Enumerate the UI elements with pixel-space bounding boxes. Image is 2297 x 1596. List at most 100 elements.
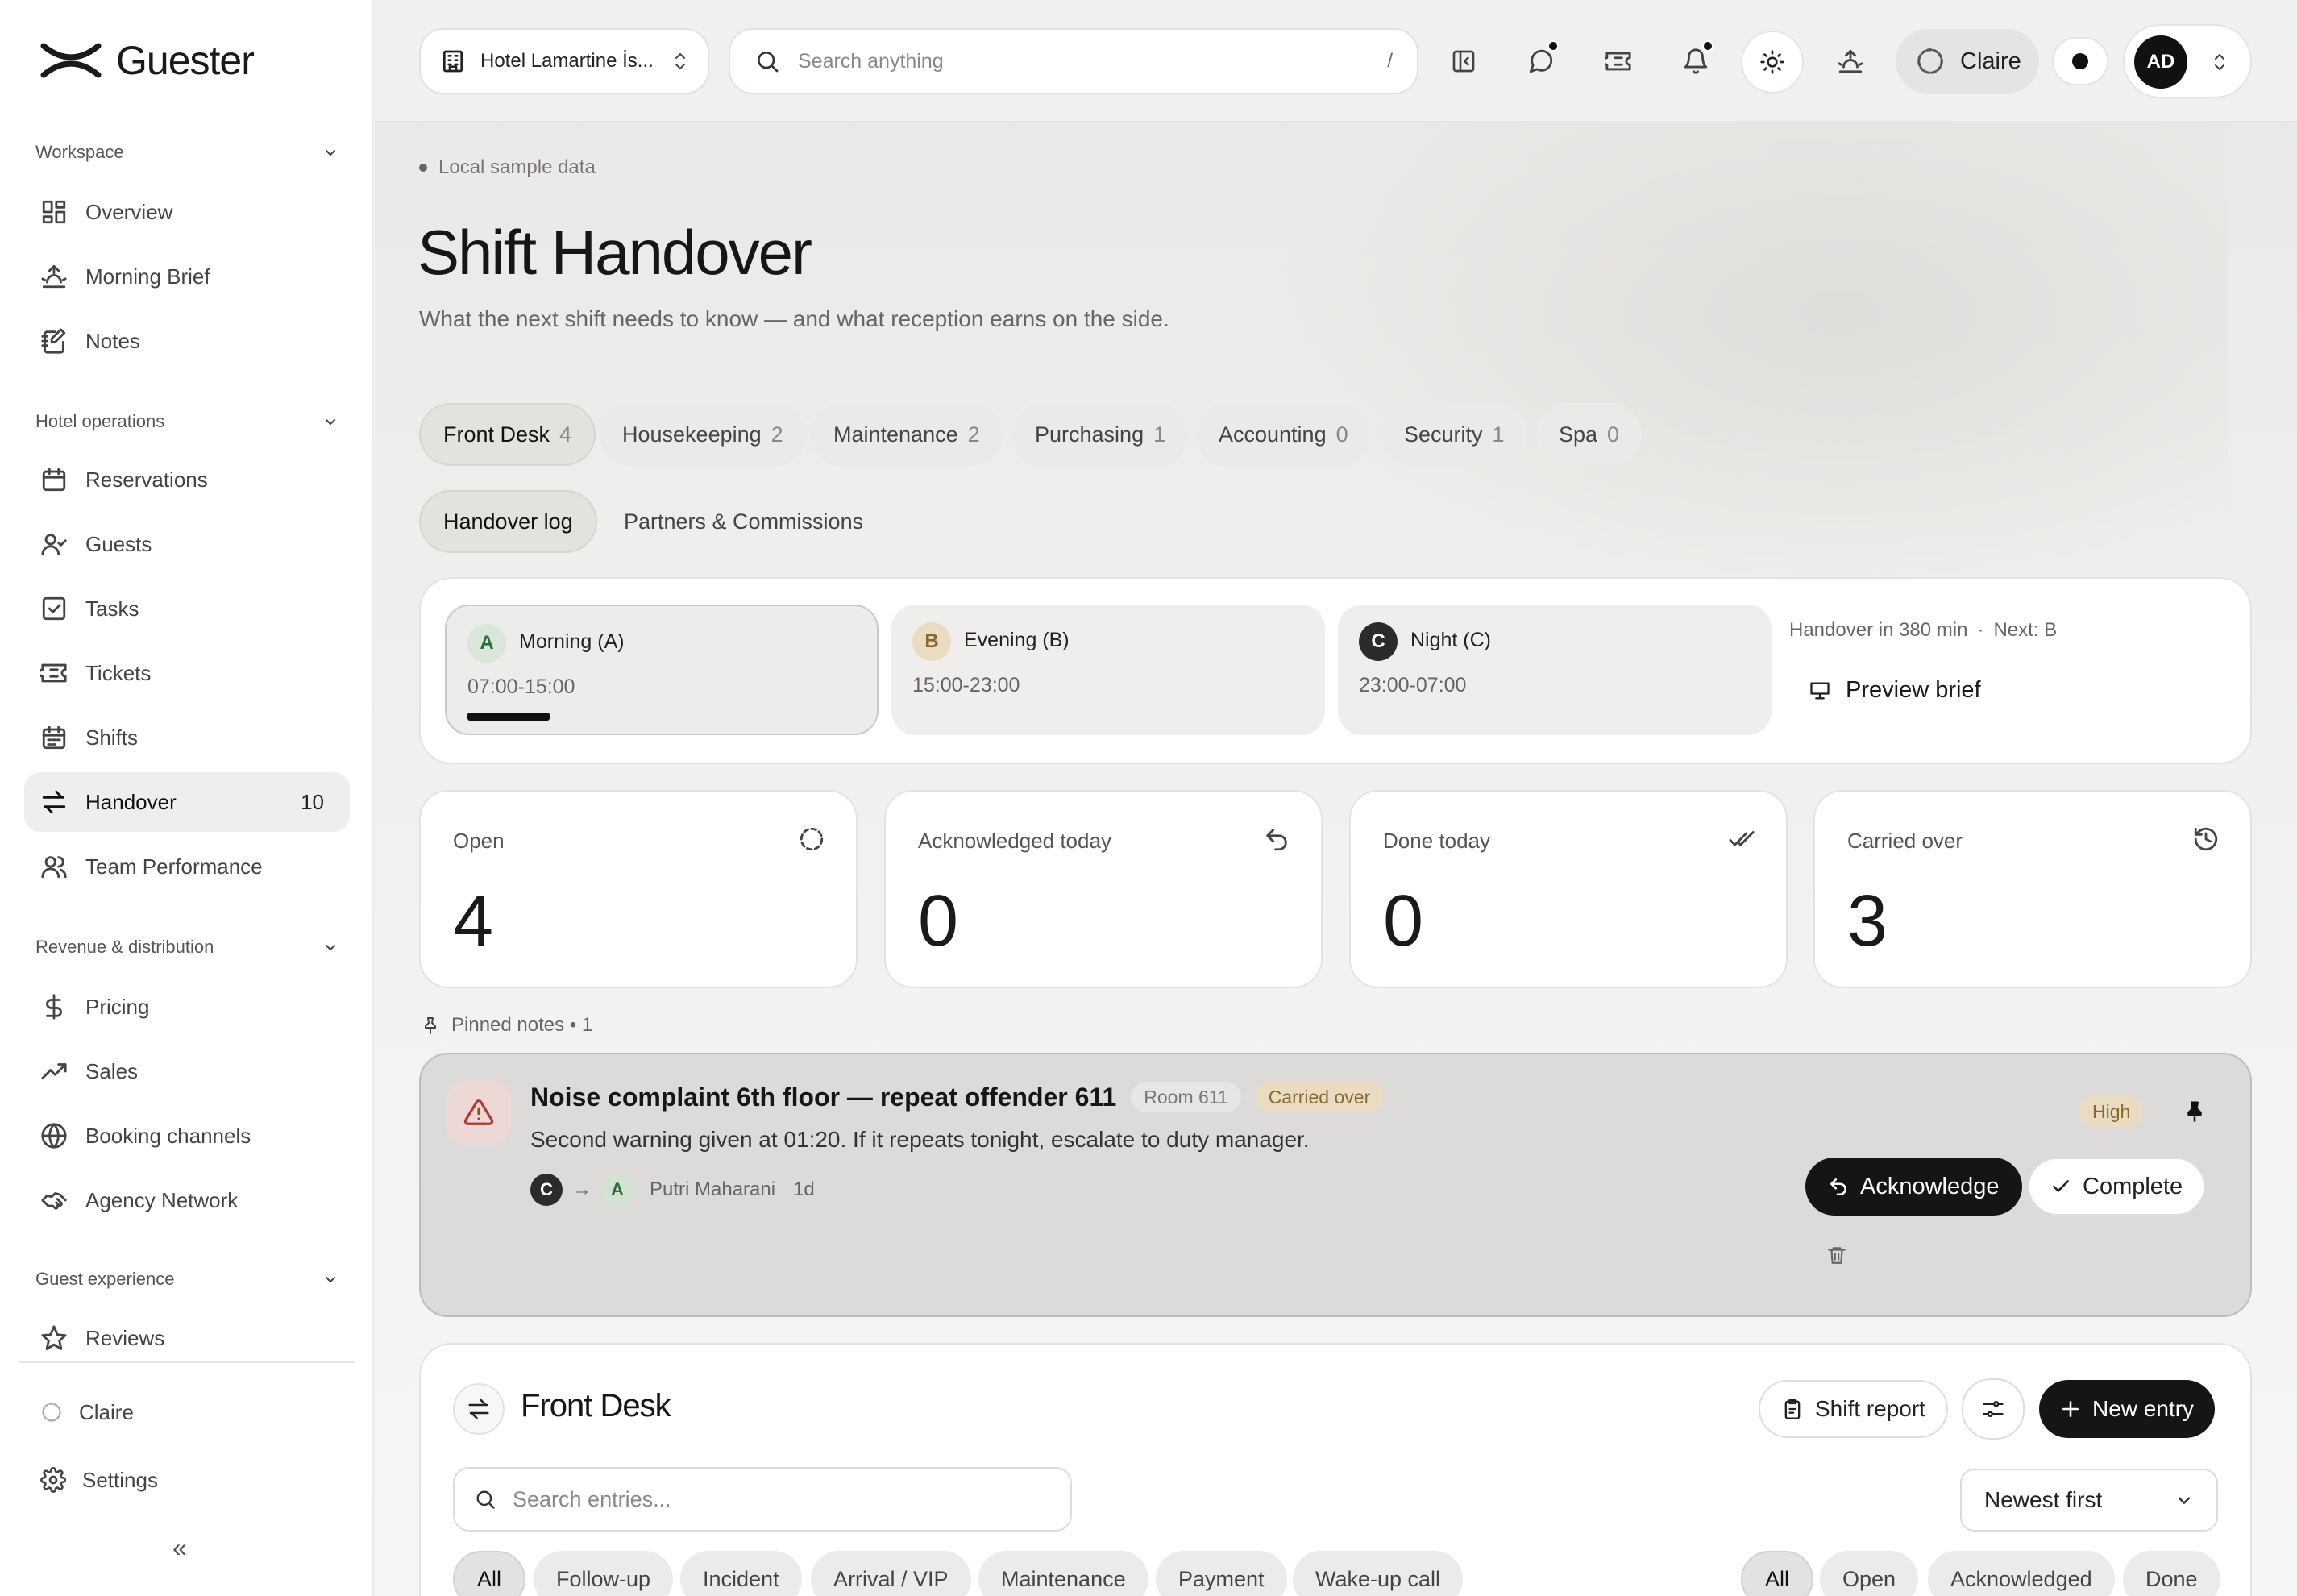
section-hotel-operations[interactable]: Hotel operations	[35, 411, 339, 432]
sidebar-item-notes[interactable]: Notes	[24, 311, 350, 371]
shift-time: 07:00-15:00	[467, 675, 575, 698]
shift-card-night[interactable]: C Night (C) 23:00-07:00	[1338, 605, 1772, 735]
section-guest-experience[interactable]: Guest experience	[35, 1269, 339, 1290]
sidebar-item-handover[interactable]: Handover 10	[24, 772, 350, 832]
type-filter-follow-up[interactable]: Follow-up	[534, 1551, 674, 1596]
sidebar-item-morning-brief[interactable]: Morning Brief	[24, 247, 350, 306]
dept-tab-accounting[interactable]: Accounting 0	[1196, 403, 1371, 466]
stat-acknowledged: Acknowledged today 0	[884, 790, 1323, 988]
users-icon	[41, 856, 67, 879]
pinned-note-card[interactable]: Noise complaint 6th floor — repeat offen…	[419, 1053, 2252, 1317]
check-check-icon	[1729, 831, 1755, 846]
dept-tab-spa[interactable]: Spa 0	[1536, 403, 1643, 466]
sidebar-item-tickets[interactable]: Tickets	[24, 643, 350, 703]
check-icon	[2053, 1180, 2069, 1192]
preview-brief-label: Preview brief	[1846, 677, 1981, 703]
brand-logo[interactable]: Guester	[40, 37, 255, 84]
shift-report-button[interactable]: Shift report	[1759, 1380, 1948, 1438]
sidebar-item-label: Reservations	[85, 467, 208, 492]
dept-tab-security[interactable]: Security 1	[1381, 403, 1527, 466]
shift-card-evening[interactable]: B Evening (B) 15:00-23:00	[891, 605, 1325, 735]
sidebar-item-guests[interactable]: Guests	[24, 514, 350, 574]
complete-button[interactable]: Complete	[2028, 1158, 2206, 1216]
sidebar-item-label: Handover	[85, 789, 177, 814]
filter-settings-button[interactable]	[1962, 1378, 2025, 1440]
type-filter-arrival-vip[interactable]: Arrival / VIP	[811, 1551, 971, 1596]
preview-brief-button[interactable]: Preview brief	[1809, 677, 1981, 704]
page-subtitle: What the next shift needs to know — and …	[419, 306, 1169, 331]
view-tab-handover-log[interactable]: Handover log	[419, 490, 597, 553]
hotel-switcher[interactable]: Hotel Lamartine İs...	[419, 28, 709, 94]
sidebar-item-reservations[interactable]: Reservations	[24, 450, 350, 509]
type-filter-incident[interactable]: Incident	[680, 1551, 802, 1596]
pin-icon[interactable]	[2183, 1099, 2207, 1124]
shift-card-morning[interactable]: A Morning (A) 07:00-15:00	[445, 605, 879, 735]
dept-tab-maintenance[interactable]: Maintenance 2	[811, 403, 1003, 466]
sidebar-item-label: Guests	[85, 531, 152, 556]
theme-toggle-button[interactable]	[1741, 31, 1804, 94]
note-body: Second warning given at 01:20. If it rep…	[530, 1127, 1310, 1152]
user-menu[interactable]: AD	[2123, 24, 2252, 98]
dept-tab-purchasing[interactable]: Purchasing 1	[1012, 403, 1189, 466]
claire-assistant-button[interactable]: Claire	[1896, 29, 2039, 94]
collapse-sidebar-button[interactable]: «	[172, 1533, 187, 1563]
global-search[interactable]: Search anything /	[729, 28, 1418, 94]
status-filter-acknowledged[interactable]: Acknowledged	[1928, 1551, 2115, 1596]
dept-label: Housekeeping	[622, 422, 762, 447]
sidebar-item-agency-network[interactable]: Agency Network	[24, 1170, 350, 1230]
shift-time: 23:00-07:00	[1359, 674, 1467, 696]
unread-dot	[1547, 40, 1559, 52]
status-filter-all[interactable]: All	[1741, 1551, 1814, 1596]
sidebar-item-label: Booking channels	[85, 1123, 251, 1148]
status-filter-open[interactable]: Open	[1820, 1551, 1919, 1596]
sunrise-icon	[1838, 49, 1863, 73]
new-entry-button[interactable]: New entry	[2039, 1380, 2216, 1438]
sort-select[interactable]: Newest first	[1960, 1469, 2218, 1532]
sidebar-item-label: Morning Brief	[85, 264, 210, 289]
sidebar-item-label: Team Performance	[85, 854, 263, 879]
type-filter-maintenance[interactable]: Maintenance	[978, 1551, 1148, 1596]
section-revenue[interactable]: Revenue & distribution	[35, 937, 339, 958]
sidebar-item-settings[interactable]: Settings	[24, 1450, 350, 1510]
acknowledge-button[interactable]: Acknowledge	[1805, 1158, 2022, 1216]
sidebar-item-overview[interactable]: Overview	[24, 182, 350, 242]
sidebar-item-pricing[interactable]: Pricing	[24, 977, 350, 1037]
status-filter-done[interactable]: Done	[2123, 1551, 2220, 1596]
pinned-notes-header: Pinned notes • 1	[421, 1014, 592, 1037]
dept-tab-front-desk[interactable]: Front Desk 4	[419, 403, 596, 466]
chevron-down-icon	[326, 150, 335, 156]
type-filter-payment[interactable]: Payment	[1156, 1551, 1287, 1596]
panel-toggle-button[interactable]	[1439, 37, 1488, 85]
chevron-updown-icon	[675, 53, 685, 69]
entries-search-input[interactable]: Search entries...	[513, 1487, 671, 1512]
sidebar-item-sales[interactable]: Sales	[24, 1041, 350, 1101]
breadcrumb: Local sample data	[419, 156, 596, 179]
notifications-button[interactable]	[1672, 37, 1720, 85]
status-toggle[interactable]	[2052, 37, 2108, 85]
sidebar-item-label: Settings	[82, 1467, 158, 1492]
sidebar-item-team-performance[interactable]: Team Performance	[24, 837, 350, 896]
view-tab-partners[interactable]: Partners & Commissions	[601, 490, 886, 553]
stat-label: Done today	[1383, 829, 1490, 853]
sidebar-item-claire[interactable]: Claire	[24, 1382, 350, 1442]
trash-icon[interactable]	[1826, 1245, 1847, 1266]
section-icon-badge	[453, 1383, 505, 1435]
type-filter-wake-up-call[interactable]: Wake-up call	[1293, 1551, 1464, 1596]
dept-tab-housekeeping[interactable]: Housekeeping 2	[600, 403, 806, 466]
section-label: Hotel operations	[35, 411, 165, 431]
shift-name: Night (C)	[1410, 629, 1492, 651]
sidebar-item-tasks[interactable]: Tasks	[24, 579, 350, 638]
section-label: Workspace	[35, 142, 124, 162]
tickets-button[interactable]	[1594, 37, 1643, 85]
sidebar-item-booking-channels[interactable]: Booking channels	[24, 1106, 350, 1166]
sidebar-item-shifts[interactable]: Shifts	[24, 708, 350, 767]
entries-search[interactable]: Search entries...	[453, 1467, 1072, 1532]
section-workspace[interactable]: Workspace	[35, 142, 339, 163]
type-filter-all[interactable]: All	[453, 1551, 526, 1596]
dept-label: Spa	[1559, 422, 1598, 447]
stat-value: 3	[1847, 881, 1888, 962]
shift-brief-button[interactable]	[1826, 37, 1875, 85]
sidebar-item-reviews[interactable]: Reviews	[24, 1308, 350, 1368]
messages-button[interactable]	[1517, 37, 1565, 85]
search-input[interactable]: Search anything	[798, 50, 944, 73]
